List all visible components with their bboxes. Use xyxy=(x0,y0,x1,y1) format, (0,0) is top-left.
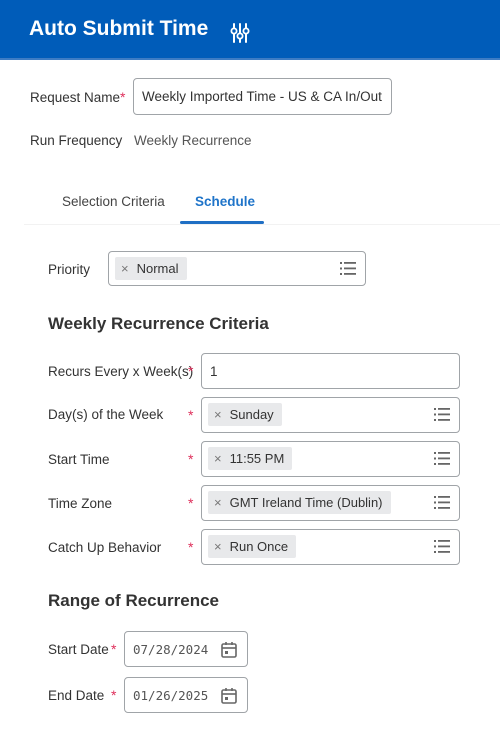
required-marker: * xyxy=(111,687,117,703)
required-marker: * xyxy=(120,89,126,105)
days-of-week-pill: × Sunday xyxy=(208,403,282,426)
end-date-label: End Date xyxy=(48,688,105,703)
catch-up-behavior-pill: × Run Once xyxy=(208,535,297,558)
remove-icon[interactable]: × xyxy=(214,451,222,466)
required-marker: * xyxy=(188,363,194,379)
required-marker: * xyxy=(188,539,194,555)
list-icon[interactable] xyxy=(434,452,450,465)
tab-schedule[interactable]: Schedule xyxy=(195,194,255,209)
request-name-label: Request Name xyxy=(30,90,121,105)
start-time-value: 11:55 PM xyxy=(229,451,285,466)
tab-divider xyxy=(24,224,500,225)
list-icon[interactable] xyxy=(434,540,450,553)
days-of-week-value: Sunday xyxy=(229,407,274,422)
start-date-label: Start Date xyxy=(48,642,109,657)
sliders-icon[interactable] xyxy=(230,22,250,44)
priority-label: Priority xyxy=(48,262,91,277)
priority-value: Normal xyxy=(136,261,179,276)
start-date-value: 07/28/2024 xyxy=(133,641,209,657)
run-frequency-value: Weekly Recurrence xyxy=(134,133,252,148)
list-icon[interactable] xyxy=(434,496,450,509)
time-zone-value: GMT Ireland Time (Dublin) xyxy=(229,495,383,510)
end-date-input[interactable]: 01/26/2025 xyxy=(124,677,248,713)
end-date-value: 01/26/2025 xyxy=(133,687,209,703)
days-of-week-prompt[interactable]: × Sunday xyxy=(201,397,460,433)
recurs-every-label: Recurs Every x Week(s) xyxy=(48,364,194,379)
catch-up-behavior-prompt[interactable]: × Run Once xyxy=(201,529,460,565)
time-zone-label: Time Zone xyxy=(48,496,113,511)
calendar-icon[interactable] xyxy=(221,641,237,658)
recurs-every-input[interactable]: 1 xyxy=(201,353,460,389)
list-icon[interactable] xyxy=(434,408,450,421)
page-header: Auto Submit Time xyxy=(0,0,500,60)
range-of-recurrence-heading: Range of Recurrence xyxy=(48,591,219,610)
start-date-input[interactable]: 07/28/2024 xyxy=(124,631,248,667)
start-time-prompt[interactable]: × 11:55 PM xyxy=(201,441,460,477)
catch-up-behavior-value: Run Once xyxy=(229,539,289,554)
remove-icon[interactable]: × xyxy=(214,495,222,510)
remove-icon[interactable]: × xyxy=(214,539,222,554)
required-marker: * xyxy=(188,451,194,467)
time-zone-prompt[interactable]: × GMT Ireland Time (Dublin) xyxy=(201,485,460,521)
start-time-label: Start Time xyxy=(48,452,110,467)
remove-icon[interactable]: × xyxy=(121,261,129,276)
required-marker: * xyxy=(188,407,194,423)
catch-up-behavior-label: Catch Up Behavior xyxy=(48,540,162,555)
remove-icon[interactable]: × xyxy=(214,407,222,422)
start-time-pill: × 11:55 PM xyxy=(208,447,293,470)
time-zone-pill: × GMT Ireland Time (Dublin) xyxy=(208,491,391,514)
priority-prompt[interactable]: × Normal xyxy=(108,251,366,286)
calendar-icon[interactable] xyxy=(221,687,237,704)
required-marker: * xyxy=(111,641,117,657)
priority-pill: × Normal xyxy=(115,257,187,280)
request-name-input[interactable]: Weekly Imported Time - US & CA In/Out xyxy=(133,78,392,115)
list-icon[interactable] xyxy=(340,262,356,275)
weekly-recurrence-heading: Weekly Recurrence Criteria xyxy=(48,314,269,333)
page-title: Auto Submit Time xyxy=(29,17,209,40)
days-of-week-label: Day(s) of the Week xyxy=(48,407,164,422)
required-marker: * xyxy=(188,495,194,511)
run-frequency-label: Run Frequency xyxy=(30,133,123,148)
tab-selection-criteria[interactable]: Selection Criteria xyxy=(62,194,165,209)
